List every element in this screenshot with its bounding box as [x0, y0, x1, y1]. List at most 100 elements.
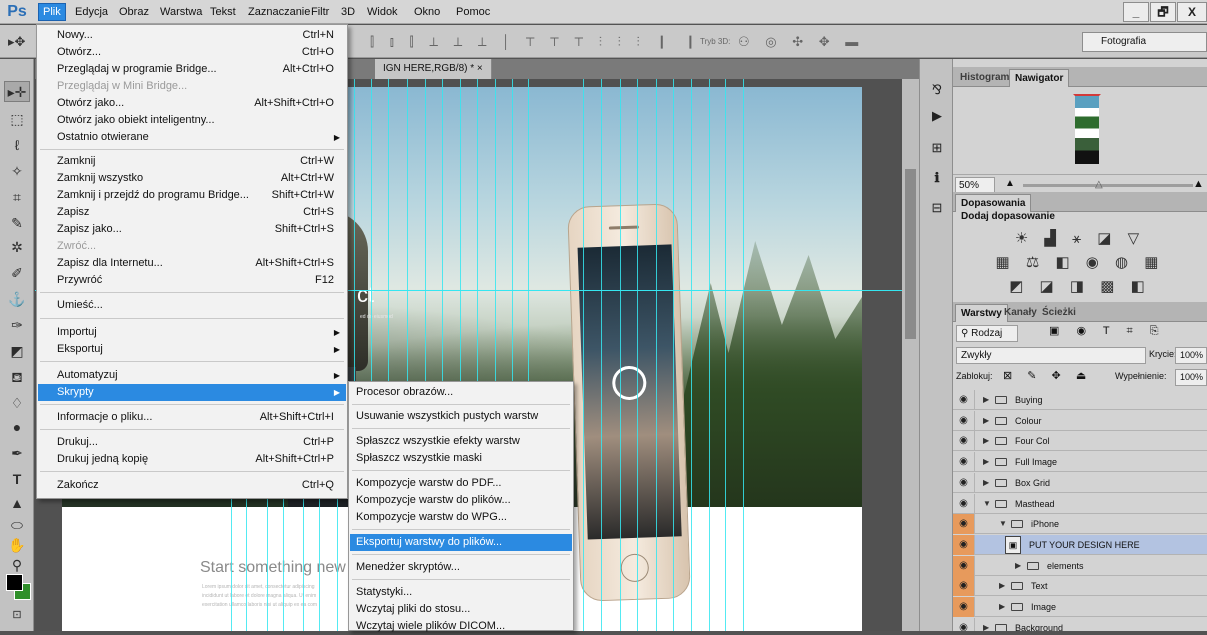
file-menu-item[interactable]: Importuj ▶ — [38, 324, 346, 341]
file-menu-item[interactable]: Eksportuj ▶ — [38, 341, 346, 358]
layer-row[interactable]: ◉ ▶ Full Image — [953, 452, 1207, 473]
file-menu-item[interactable]: Ostatnio otwierane ▶ — [38, 129, 346, 146]
layer-filter-kind[interactable]: ⚲ Rodzaj — [956, 325, 1018, 342]
zoom-out-icon[interactable]: ▲ — [1005, 178, 1015, 189]
eye-icon[interactable]: ◉ — [953, 617, 975, 631]
eye-icon[interactable]: ◉ — [953, 452, 975, 473]
workspace-select[interactable]: Fotografia — [1082, 32, 1207, 52]
zoom-tool-icon[interactable]: ⚲ — [4, 555, 30, 576]
navigator-preview[interactable] — [1073, 94, 1101, 166]
close-button[interactable]: X — [1177, 2, 1207, 22]
menu-pomoc[interactable]: Pomoc — [452, 4, 494, 20]
menu-filtr[interactable]: Filtr — [307, 4, 333, 20]
quick-mask-icon[interactable]: ⊡ — [4, 605, 30, 626]
tab-navigator[interactable]: Nawigator — [1009, 69, 1070, 87]
blur-tool-icon[interactable]: ♢ — [4, 393, 30, 414]
stamp-tool-icon[interactable]: ⚓ — [4, 289, 30, 310]
healing-tool-icon[interactable]: ✲ — [4, 237, 30, 258]
file-menu-item[interactable]: Otwórz jako obiekt inteligentny... — [38, 112, 346, 129]
history-brush-tool-icon[interactable]: ✑ — [4, 315, 30, 336]
layer-row[interactable]: ◉ ▶ Buying — [953, 390, 1207, 410]
hand-tool-icon[interactable]: ✋ — [4, 535, 30, 556]
file-menu-item[interactable]: Zamknij i przejdź do programu Bridge... S… — [38, 187, 346, 204]
eye-icon[interactable]: ◉ — [953, 493, 975, 514]
lasso-tool-icon[interactable]: ℓ — [4, 135, 30, 156]
file-menu-item[interactable]: Otwórz jako... Alt+Shift+Ctrl+O — [38, 95, 346, 112]
eye-icon[interactable]: ◉ — [953, 534, 975, 555]
expand-right-icon[interactable]: ▶ — [983, 473, 989, 493]
move-tool-icon[interactable]: ▸✛ — [4, 81, 30, 102]
file-menu-item[interactable]: Drukuj... Ctrl+P — [38, 434, 346, 451]
layer-row[interactable]: ◉ ▼ iPhone — [953, 514, 1207, 535]
expand-right-icon[interactable]: ▶ — [999, 576, 1005, 596]
adjustment-icons-row-2[interactable]: ▦ ⚖ ◧ ◉ ◍ ▦ — [953, 253, 1207, 271]
type-tool-icon[interactable]: T — [4, 469, 30, 490]
file-menu-item[interactable]: Zakończ Ctrl+Q — [38, 477, 346, 494]
menu-tekst[interactable]: Tekst — [206, 4, 240, 20]
vertical-scrollbar[interactable] — [902, 79, 919, 631]
menu-plik[interactable]: Plik — [38, 3, 66, 21]
actions-panel-icon[interactable]: ▶ — [928, 107, 946, 125]
history-panel-icon[interactable]: ⅋ — [928, 81, 946, 99]
gradient-tool-icon[interactable]: ⛾ — [4, 367, 30, 388]
scripts-menu-item[interactable]: Kompozycje warstw do WPG... — [350, 509, 572, 526]
scripts-menu-item[interactable]: Spłaszcz wszystkie efekty warstw — [350, 433, 572, 450]
scrollbar-thumb[interactable] — [905, 169, 916, 339]
eye-icon[interactable]: ◉ — [953, 431, 975, 452]
expand-right-icon[interactable]: ▶ — [1015, 556, 1021, 576]
path-selection-tool-icon[interactable]: ▲ — [4, 493, 30, 514]
file-menu-item[interactable]: Drukuj jedną kopię Alt+Shift+Ctrl+P — [38, 451, 346, 468]
adjustment-icons-row-1[interactable]: ☀ ▟ ⚹ ◪ ▽ — [953, 229, 1207, 247]
file-menu-item[interactable]: Zamknij Ctrl+W — [38, 153, 346, 170]
scripts-menu-item[interactable]: Kompozycje warstw do PDF... — [350, 475, 572, 492]
dodge-tool-icon[interactable]: ● — [4, 417, 30, 438]
file-menu-item[interactable]: Zamknij wszystko Alt+Ctrl+W — [38, 170, 346, 187]
layer-row[interactable]: ◉ ▶ Background — [953, 617, 1207, 631]
expand-right-icon[interactable]: ▶ — [983, 431, 989, 451]
layer-row[interactable]: ◉ ▣ PUT YOUR DESIGN HERE — [953, 534, 1207, 555]
marquee-tool-icon[interactable]: ⬚ — [4, 109, 30, 130]
lock-icons[interactable]: ⊠ ✎ ✥ ⏏ — [1003, 369, 1092, 382]
pen-tool-icon[interactable]: ✒ — [4, 443, 30, 464]
expand-right-icon[interactable]: ▶ — [983, 618, 989, 631]
eye-icon[interactable]: ◉ — [953, 472, 975, 493]
tab-histogram[interactable]: Histogram — [955, 69, 1014, 87]
crop-tool-icon[interactable]: ⌗ — [4, 187, 30, 208]
layer-row[interactable]: ◉ ▶ Colour — [953, 410, 1207, 431]
scripts-menu-item-export-layers[interactable]: Eksportuj warstwy do plików... — [350, 534, 572, 551]
opacity-field[interactable]: 100% — [1175, 347, 1207, 364]
eyedropper-tool-icon[interactable]: ✎ — [4, 213, 30, 234]
layer-comps-icon[interactable]: ⊟ — [928, 199, 946, 217]
shape-tool-icon[interactable]: ⬭ — [4, 515, 30, 536]
document-tab[interactable]: IGN HERE,RGB/8) * × — [375, 59, 492, 79]
file-menu-item[interactable]: Przywróć F12 — [38, 272, 346, 289]
file-menu-item[interactable]: Zapisz jako... Shift+Ctrl+S — [38, 221, 346, 238]
expand-right-icon[interactable]: ▶ — [983, 390, 989, 410]
file-menu-item[interactable]: Otwórz... Ctrl+O — [38, 44, 346, 61]
zoom-field[interactable]: 50% — [955, 177, 995, 193]
align-icons[interactable]: ⫿ ⫾ ⫿ ⊥ ⊥ ⊥ │ ⊤ ⊤ ⊤ ⫶ ⫶ ⫶ ┃ ┃ — [370, 34, 703, 50]
menu-widok[interactable]: Widok — [363, 4, 402, 20]
move-tool-preset-icon[interactable]: ▸✥ — [8, 34, 25, 50]
brush-tool-icon[interactable]: ✐ — [4, 263, 30, 284]
eye-icon[interactable]: ◉ — [953, 514, 975, 535]
file-menu-item[interactable]: Automatyzuj ▶ — [38, 367, 346, 384]
file-menu-item[interactable]: Zapisz dla Internetu... Alt+Shift+Ctrl+S — [38, 255, 346, 272]
zoom-in-icon[interactable]: ▲ — [1193, 178, 1204, 190]
menu-zaznaczanie[interactable]: Zaznaczanie — [244, 4, 314, 20]
tab-channels[interactable]: Kanały — [999, 304, 1042, 322]
expand-right-icon[interactable]: ▶ — [983, 411, 989, 431]
tab-paths[interactable]: Ścieżki — [1037, 304, 1081, 322]
eye-icon[interactable]: ◉ — [953, 410, 975, 431]
menu-warstwa[interactable]: Warstwa — [156, 4, 206, 20]
scripts-menu-item[interactable]: Usuwanie wszystkich pustych warstw — [350, 408, 572, 425]
layer-filter-icons[interactable]: ▣ ◉ T ⌗ ⎘ — [1049, 324, 1166, 338]
menu-3d[interactable]: 3D — [337, 4, 359, 20]
blend-mode-select[interactable]: Zwykły — [956, 347, 1146, 364]
layer-row[interactable]: ◉ ▶ Image — [953, 597, 1207, 617]
magic-wand-tool-icon[interactable]: ✧ — [4, 161, 30, 182]
file-menu-item[interactable]: Nowy... Ctrl+N — [38, 27, 346, 44]
layer-row[interactable]: ◉ ▶ elements — [953, 555, 1207, 576]
scripts-menu-item[interactable]: Spłaszcz wszystkie maski — [350, 450, 572, 467]
eye-icon[interactable]: ◉ — [953, 390, 975, 410]
